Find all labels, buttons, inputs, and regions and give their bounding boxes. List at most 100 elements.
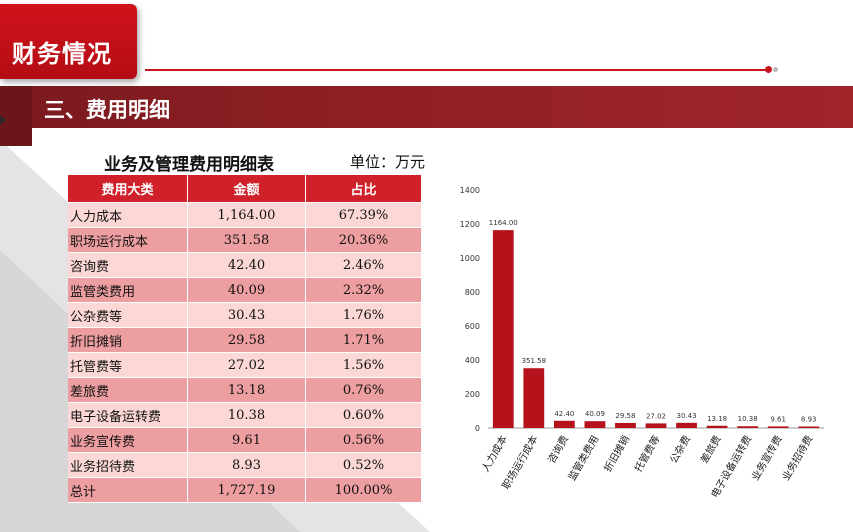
bar [676, 422, 697, 428]
x-category-label: 业务宣传费 [749, 433, 785, 483]
row-ratio: 1.76% [306, 303, 422, 328]
table-row: 电子设备运转费 10.38 0.60% [68, 403, 422, 428]
data-label: 42.40 [554, 410, 574, 418]
header-divider-line [145, 69, 769, 71]
bar [798, 426, 820, 428]
x-category-label: 人力成本 [479, 433, 510, 474]
bar [492, 230, 514, 428]
x-category-label: 咨询费 [545, 433, 571, 465]
row-ratio: 100.00% [306, 478, 422, 503]
row-ratio: 0.52% [306, 453, 422, 478]
table-row: 业务招待费 8.93 0.52% [68, 453, 422, 478]
row-amount: 1,164.00 [188, 203, 306, 228]
bar [584, 421, 606, 428]
x-category-label: 业务招待费 [779, 433, 815, 483]
table-title: 业务及管理费用明细表 [104, 155, 274, 175]
row-category: 电子设备运转费 [68, 403, 188, 428]
y-tick-label: 600 [465, 322, 480, 331]
bar [615, 422, 636, 428]
row-category: 业务招待费 [68, 453, 188, 478]
row-ratio: 0.60% [306, 403, 422, 428]
row-category: 业务宣传费 [68, 428, 188, 453]
x-category-label: 托管费等 [631, 433, 662, 474]
bar [737, 426, 759, 428]
row-amount: 42.40 [188, 253, 306, 278]
row-amount: 13.18 [188, 378, 306, 403]
x-category-label: 折旧摊销 [601, 433, 632, 474]
row-category: 折旧摊销 [68, 328, 188, 353]
expense-bar-chart: 0 200 400 600 800 1000 1200 1400 1164.00 人力成本 351.… [460, 186, 824, 500]
row-ratio: 2.46% [306, 253, 422, 278]
table-row: 公杂费等 30.43 1.76% [68, 303, 422, 328]
section-title: 三、费用明细 [44, 98, 170, 122]
row-amount: 29.58 [188, 328, 306, 353]
row-ratio: 1.71% [306, 328, 422, 353]
row-ratio: 1.56% [306, 353, 422, 378]
y-tick-label: 0 [475, 424, 480, 433]
table-header-row: 费用大类 金额 占比 [68, 175, 422, 203]
row-category: 监管类费用 [68, 278, 188, 303]
unit-label: 单位：万元 [350, 153, 426, 171]
bar [523, 368, 545, 428]
x-category-label: 监管类费用 [565, 433, 601, 483]
row-ratio: 0.56% [306, 428, 422, 453]
header-category: 费用大类 [68, 175, 188, 203]
table-row: 业务宣传费 9.61 0.56% [68, 428, 422, 453]
y-tick-label: 400 [465, 356, 480, 365]
row-category: 咨询费 [68, 253, 188, 278]
row-category: 托管费等 [68, 353, 188, 378]
row-amount: 9.61 [188, 428, 306, 453]
table-row: 人力成本 1,164.00 67.39% [68, 203, 422, 228]
table-row: 监管类费用 40.09 2.32% [68, 278, 422, 303]
expense-detail-table: 费用大类 金额 占比 人力成本 1,164.00 67.39% 职场运行成本 351.5… [68, 175, 422, 503]
bar [767, 426, 789, 428]
table-row: 总计 1,727.19 100.00% [68, 478, 422, 503]
row-amount: 40.09 [188, 278, 306, 303]
data-label: 30.43 [677, 412, 697, 420]
table-row: 咨询费 42.40 2.46% [68, 253, 422, 278]
row-amount: 8.93 [188, 453, 306, 478]
divider-end-dot [765, 66, 772, 73]
data-label: 10.38 [738, 415, 758, 423]
x-category-label: 公杂费 [667, 433, 693, 465]
header-ratio: 占比 [306, 175, 422, 203]
table-row: 职场运行成本 351.58 20.36% [68, 228, 422, 253]
row-category: 总计 [68, 478, 188, 503]
y-tick-label: 1000 [460, 254, 480, 263]
row-ratio: 0.76% [306, 378, 422, 403]
brand-title: 财务情况 [12, 40, 112, 68]
row-amount: 351.58 [188, 228, 306, 253]
y-tick-label: 1200 [460, 220, 480, 229]
y-tick-label: 200 [465, 390, 480, 399]
table-row: 差旅费 13.18 0.76% [68, 378, 422, 403]
bar [645, 423, 667, 428]
table-row: 托管费等 27.02 1.56% [68, 353, 422, 378]
table-row: 折旧摊销 29.58 1.71% [68, 328, 422, 353]
header-amount: 金额 [188, 175, 306, 203]
bar [706, 425, 728, 428]
row-ratio: 20.36% [306, 228, 422, 253]
row-amount: 1,727.19 [188, 478, 306, 503]
bar [553, 420, 575, 428]
brand-header: 财务情况 [0, 4, 137, 79]
y-tick-label: 800 [465, 288, 480, 297]
divider-shadow-dot [773, 67, 778, 72]
data-label: 9.61 [770, 415, 786, 423]
data-label: 8.93 [801, 415, 817, 423]
row-ratio: 2.32% [306, 278, 422, 303]
section-banner-arrow [0, 115, 6, 125]
data-label: 40.09 [585, 410, 605, 418]
row-category: 人力成本 [68, 203, 188, 228]
data-label: 13.18 [707, 415, 727, 423]
data-label: 1164.00 [489, 219, 518, 227]
row-ratio: 67.39% [306, 203, 422, 228]
row-category: 差旅费 [68, 378, 188, 403]
row-amount: 30.43 [188, 303, 306, 328]
row-category: 职场运行成本 [68, 228, 188, 253]
row-category: 公杂费等 [68, 303, 188, 328]
row-amount: 27.02 [188, 353, 306, 378]
data-label: 351.58 [522, 357, 547, 365]
data-label: 29.58 [615, 412, 635, 420]
y-tick-label: 1400 [460, 186, 480, 195]
data-label: 27.02 [646, 412, 666, 420]
